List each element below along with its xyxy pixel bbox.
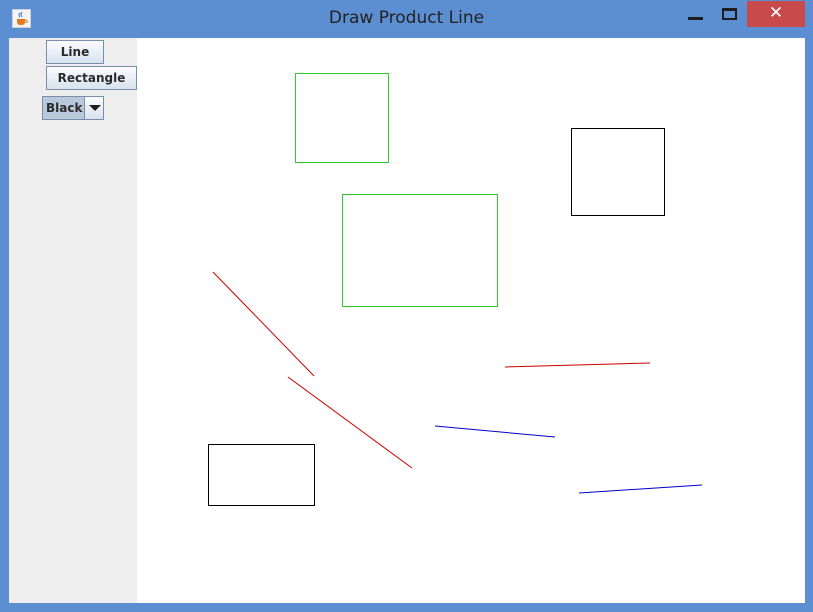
color-select-value: Black — [46, 101, 83, 115]
drawn-line[interactable] — [287, 376, 413, 469]
minimize-icon[interactable] — [688, 17, 703, 20]
drawing-surface[interactable] — [137, 38, 805, 603]
app-window: Draw Product Line ✕ Line Rectangle Black — [0, 0, 813, 612]
title-bar[interactable]: Draw Product Line ✕ — [0, 0, 813, 37]
color-select[interactable]: Black — [42, 96, 104, 120]
maximize-icon[interactable] — [722, 8, 737, 20]
chevron-down-icon[interactable] — [84, 97, 103, 119]
line-button[interactable]: Line — [46, 40, 104, 64]
drawn-line[interactable] — [212, 271, 315, 377]
drawn-rectangle[interactable] — [571, 128, 665, 216]
rectangle-button[interactable]: Rectangle — [46, 66, 137, 90]
drawn-rectangle[interactable] — [208, 444, 315, 506]
drawn-rectangle[interactable] — [342, 194, 498, 307]
drawn-rectangle[interactable] — [295, 73, 389, 163]
drawn-line[interactable] — [434, 425, 556, 438]
tool-panel: Line Rectangle Black — [9, 38, 137, 603]
content-pane: Line Rectangle Black — [9, 38, 805, 603]
drawn-line[interactable] — [578, 484, 703, 494]
drawn-line[interactable] — [504, 362, 651, 368]
close-icon[interactable]: ✕ — [747, 1, 805, 27]
drawing-canvas[interactable] — [137, 38, 805, 603]
